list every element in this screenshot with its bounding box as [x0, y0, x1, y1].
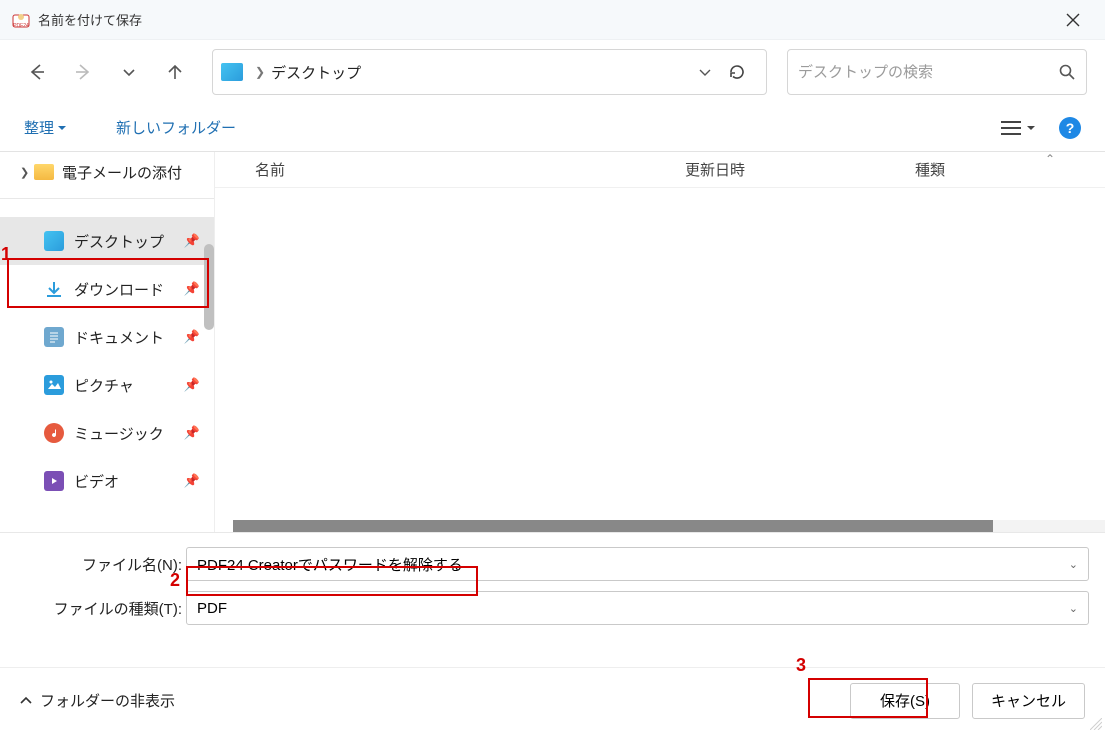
download-icon: [44, 279, 64, 299]
pictures-icon: [44, 375, 64, 395]
dialog-footer: フォルダーの非表示 保存(S) キャンセル: [0, 667, 1105, 733]
app-icon: PDF24: [12, 11, 30, 29]
command-toolbar: 整理 新しいフォルダー ?: [0, 104, 1105, 152]
sidebar-scrollbar[interactable]: [204, 244, 214, 330]
pin-icon[interactable]: 📌: [184, 233, 200, 249]
sidebar-item-label: デスクトップ: [74, 231, 164, 252]
forward-button[interactable]: [64, 53, 102, 91]
desktop-icon: [221, 63, 243, 81]
music-icon: [44, 423, 64, 443]
organize-label: 整理: [24, 117, 54, 138]
column-headers[interactable]: 名前 更新日時 種類 ⌃: [215, 152, 1105, 188]
resize-grip[interactable]: [1090, 718, 1102, 730]
chevron-down-icon: [1027, 124, 1035, 132]
organize-menu[interactable]: 整理: [24, 117, 66, 138]
column-header-modified[interactable]: 更新日時: [685, 159, 915, 180]
cancel-button[interactable]: キャンセル: [972, 683, 1085, 719]
column-header-name[interactable]: 名前: [255, 159, 685, 180]
back-button[interactable]: [18, 53, 56, 91]
scrollbar-thumb[interactable]: [233, 520, 993, 532]
recent-locations-button[interactable]: [110, 53, 148, 91]
chevron-right-icon: ❯: [20, 166, 34, 179]
save-button[interactable]: 保存(S): [850, 683, 960, 719]
search-input[interactable]: [798, 64, 1058, 81]
desktop-icon: [44, 231, 64, 251]
save-fields: ファイル名(N): PDF24 Creatorでパスワードを解除する ⌄ ファイ…: [0, 532, 1105, 625]
help-button[interactable]: ?: [1059, 117, 1081, 139]
sidebar-item-music[interactable]: ミュージック 📌: [0, 409, 214, 457]
main-area: ❯ 電子メールの添付 デスクトップ 📌 ダウンロード 📌 ドキュメント 📌 ピク…: [0, 152, 1105, 532]
filetype-select[interactable]: PDF ⌄: [186, 591, 1089, 625]
svg-text:PDF24: PDF24: [13, 23, 29, 29]
sidebar-item-videos[interactable]: ビデオ 📌: [0, 457, 214, 505]
sidebar-item-pictures[interactable]: ピクチャ 📌: [0, 361, 214, 409]
chevron-up-icon: [20, 695, 32, 707]
pin-icon[interactable]: 📌: [184, 377, 200, 393]
breadcrumb-location[interactable]: デスクトップ: [271, 62, 698, 83]
search-icon[interactable]: [1058, 63, 1076, 81]
sidebar-item-desktop[interactable]: デスクトップ 📌: [0, 217, 214, 265]
column-header-type[interactable]: 種類: [915, 159, 1105, 180]
filename-value: PDF24 Creatorでパスワードを解除する: [197, 554, 463, 575]
horizontal-scrollbar[interactable]: [233, 520, 1105, 532]
address-bar[interactable]: ❯ デスクトップ: [212, 49, 767, 95]
file-list-body[interactable]: [227, 188, 1105, 532]
breadcrumb-separator-icon: ❯: [255, 65, 265, 79]
tree-item-label: 電子メールの添付: [62, 162, 182, 183]
close-button[interactable]: [1053, 0, 1093, 40]
sidebar-item-label: ピクチャ: [74, 375, 134, 396]
tree-item-email-attachments[interactable]: ❯ 電子メールの添付: [0, 152, 214, 192]
folder-icon: [34, 164, 54, 180]
nav-toolbar: ❯ デスクトップ: [0, 40, 1105, 104]
pin-icon[interactable]: 📌: [184, 281, 200, 297]
filetype-label: ファイルの種類(T):: [16, 598, 186, 619]
document-icon: [44, 327, 64, 347]
filename-input[interactable]: PDF24 Creatorでパスワードを解除する ⌄: [186, 547, 1089, 581]
sidebar-item-downloads[interactable]: ダウンロード 📌: [0, 265, 214, 313]
title-bar: PDF24 名前を付けて保存: [0, 0, 1105, 40]
chevron-down-icon: [58, 124, 66, 132]
window-title: 名前を付けて保存: [38, 10, 1053, 29]
sidebar-item-label: ドキュメント: [74, 327, 164, 348]
view-options-button[interactable]: [1001, 120, 1035, 136]
chevron-down-icon[interactable]: ⌄: [1069, 558, 1078, 571]
hide-folders-label: フォルダーの非表示: [40, 690, 175, 711]
pin-icon[interactable]: 📌: [184, 329, 200, 345]
chevron-down-icon[interactable]: ⌄: [1069, 602, 1078, 615]
breadcrumb-dropdown-icon[interactable]: [698, 65, 728, 79]
pin-icon[interactable]: 📌: [184, 425, 200, 441]
file-list[interactable]: 名前 更新日時 種類 ⌃: [215, 152, 1105, 532]
search-box[interactable]: [787, 49, 1087, 95]
up-button[interactable]: [156, 53, 194, 91]
refresh-button[interactable]: [728, 63, 758, 81]
navigation-pane[interactable]: ❯ 電子メールの添付 デスクトップ 📌 ダウンロード 📌 ドキュメント 📌 ピク…: [0, 152, 215, 532]
sidebar-item-documents[interactable]: ドキュメント 📌: [0, 313, 214, 361]
sort-indicator-icon: ⌃: [1045, 152, 1055, 166]
sidebar-item-label: ダウンロード: [74, 279, 164, 300]
filename-label: ファイル名(N):: [16, 554, 186, 575]
pin-icon[interactable]: 📌: [184, 473, 200, 489]
video-icon: [44, 471, 64, 491]
filetype-value: PDF: [197, 600, 227, 617]
list-view-icon: [1001, 120, 1021, 136]
sidebar-item-label: ミュージック: [74, 423, 164, 444]
sidebar-item-label: ビデオ: [74, 471, 119, 492]
hide-folders-button[interactable]: フォルダーの非表示: [20, 690, 175, 711]
new-folder-button[interactable]: 新しいフォルダー: [116, 117, 236, 138]
